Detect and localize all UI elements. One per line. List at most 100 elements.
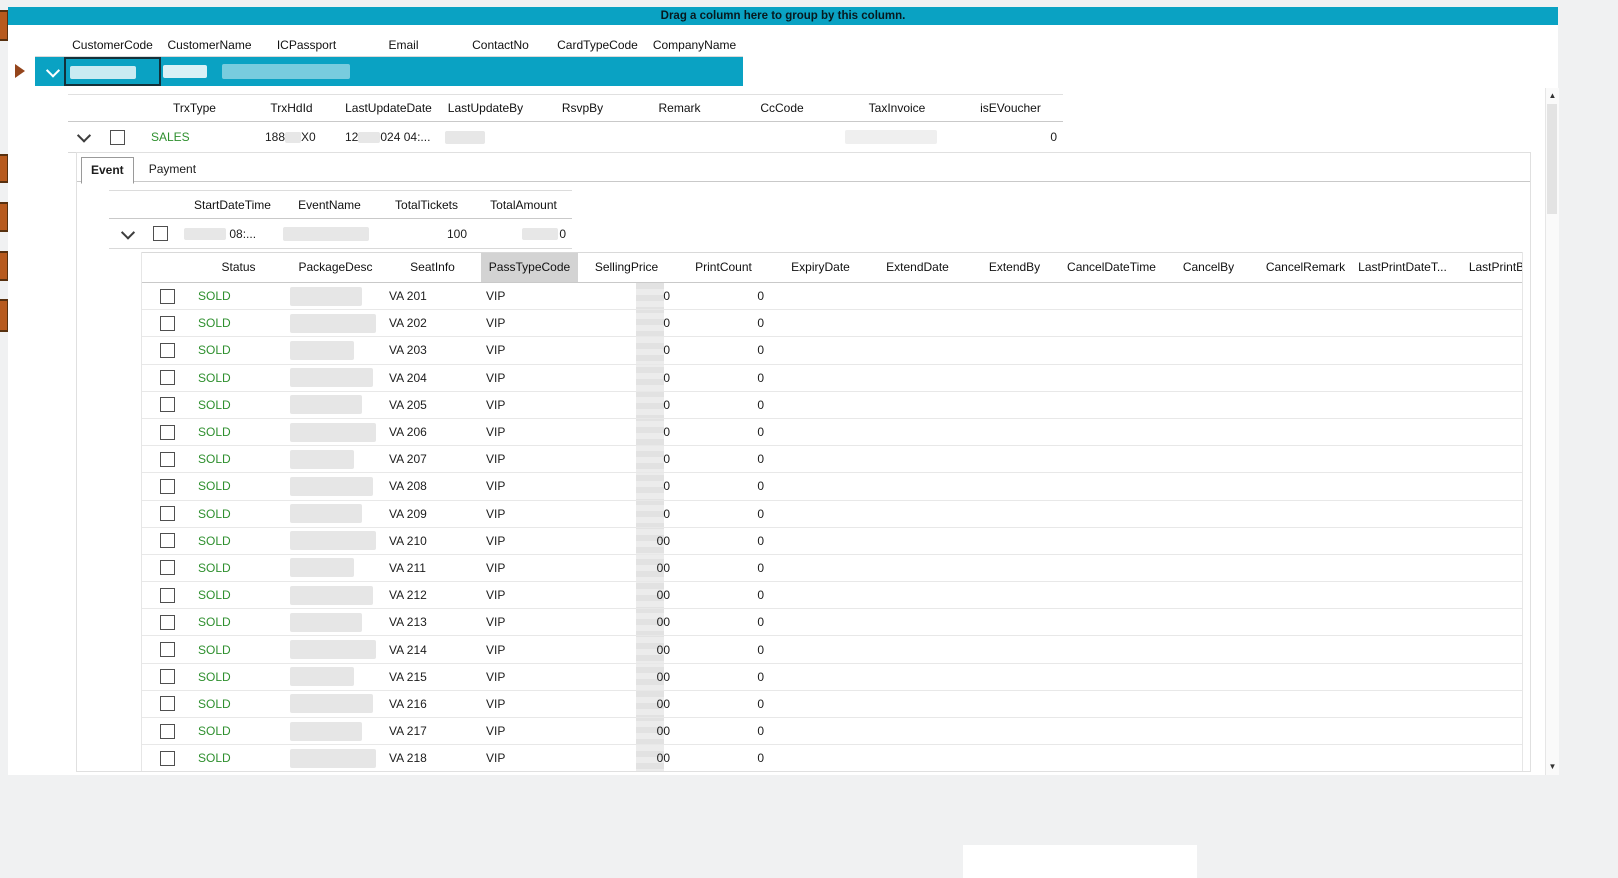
detail-tab[interactable]: Event	[81, 157, 134, 184]
ticket-column-header[interactable]: PassTypeCode	[481, 253, 578, 282]
row-checkbox[interactable]	[160, 615, 175, 630]
ticket-row[interactable]: SOLD VA 211 VIP 00 0	[142, 555, 1522, 582]
row-checkbox[interactable]	[160, 370, 175, 385]
row-checkbox[interactable]	[160, 669, 175, 684]
customer-column-header[interactable]: CardTypeCode	[549, 38, 646, 52]
status-cell: SOLD	[190, 697, 287, 711]
ticket-row[interactable]: SOLD VA 201 VIP 0 0	[142, 283, 1522, 310]
ticket-column-header[interactable]: PrintCount	[675, 253, 772, 282]
row-checkbox[interactable]	[160, 642, 175, 657]
ticket-row[interactable]: SOLD VA 212 VIP 00 0	[142, 582, 1522, 609]
scroll-down-icon[interactable]: ▼	[1546, 760, 1559, 774]
row-checkbox[interactable]	[160, 343, 175, 358]
ticket-row[interactable]: SOLD VA 205 VIP 0 0	[142, 392, 1522, 419]
ticket-column-header[interactable]: SeatInfo	[384, 253, 481, 282]
row-checkbox[interactable]	[160, 588, 175, 603]
ticket-row[interactable]: SOLD VA 209 VIP 0 0	[142, 501, 1522, 528]
detail-tab[interactable]: Payment	[140, 157, 205, 181]
transaction-column-header[interactable]: TrxType	[146, 101, 243, 115]
row-checkbox[interactable]	[110, 130, 125, 145]
ticket-row[interactable]: SOLD VA 203 VIP 0 0	[142, 337, 1522, 364]
row-checkbox[interactable]	[160, 533, 175, 548]
scrollbar-thumb[interactable]	[1547, 104, 1557, 214]
collapse-row-button[interactable]	[109, 229, 146, 239]
vertical-scrollbar[interactable]: ▲ ▼	[1545, 88, 1559, 775]
ticket-column-header[interactable]: CancelDateTime	[1063, 253, 1160, 282]
customer-row-selected[interactable]	[35, 57, 743, 86]
row-checkbox[interactable]	[160, 506, 175, 521]
customer-code-cell-focused[interactable]	[64, 57, 161, 86]
ticket-column-header[interactable]: ExtendDate	[869, 253, 966, 282]
row-checkbox[interactable]	[160, 316, 175, 331]
customer-column-header[interactable]: CompanyName	[646, 38, 743, 52]
pass-type-cell: VIP	[481, 507, 578, 521]
row-checkbox[interactable]	[160, 724, 175, 739]
ticket-row[interactable]: SOLD VA 217 VIP 00 0	[142, 718, 1522, 745]
event-column-header[interactable]: StartDateTime	[184, 198, 281, 212]
ticket-row[interactable]: SOLD VA 208 VIP 0 0	[142, 473, 1522, 500]
customer-column-header[interactable]: Email	[355, 38, 452, 52]
customer-column-header[interactable]: CustomerCode	[64, 38, 161, 52]
ticket-column-header[interactable]: SellingPrice	[578, 253, 675, 282]
ticket-column-header[interactable]: PackageDesc	[287, 253, 384, 282]
ticket-row[interactable]: SOLD VA 213 VIP 00 0	[142, 609, 1522, 636]
ticket-row[interactable]: SOLD VA 216 VIP 00 0	[142, 691, 1522, 718]
seat-info-cell: VA 218	[384, 751, 481, 765]
event-column-header[interactable]: EventName	[281, 198, 378, 212]
ticket-column-header[interactable]: CancelRemark	[1257, 253, 1354, 282]
transaction-column-header[interactable]: RsvpBy	[534, 101, 631, 115]
row-checkbox[interactable]	[160, 479, 175, 494]
redacted-package-desc	[290, 477, 373, 496]
seat-info-cell: VA 204	[384, 371, 481, 385]
customer-column-header[interactable]: ICPassport	[258, 38, 355, 52]
transaction-column-header[interactable]: TrxHdId	[243, 101, 340, 115]
group-by-panel[interactable]: Drag a column here to group by this colu…	[8, 7, 1558, 25]
row-checkbox[interactable]	[160, 751, 175, 766]
row-checkbox[interactable]	[160, 289, 175, 304]
transaction-column-header[interactable]: isEVoucher	[958, 101, 1063, 115]
ticket-column-header[interactable]: CancelBy	[1160, 253, 1257, 282]
ticket-column-header[interactable]: ExtendBy	[966, 253, 1063, 282]
status-cell: SOLD	[190, 670, 287, 684]
ticket-row[interactable]: SOLD VA 214 VIP 00 0	[142, 636, 1522, 663]
selling-price-cell: 00	[578, 751, 675, 765]
print-count-cell: 0	[675, 452, 772, 466]
event-column-header[interactable]: TotalAmount	[475, 198, 572, 212]
collapse-row-button[interactable]	[68, 132, 100, 142]
ticket-row[interactable]: SOLD VA 204 VIP 0 0	[142, 365, 1522, 392]
ticket-row[interactable]: SOLD VA 206 VIP 0 0	[142, 419, 1522, 446]
is-evoucher-cell: 0	[958, 130, 1063, 144]
row-checkbox[interactable]	[160, 560, 175, 575]
ticket-row[interactable]: SOLD VA 202 VIP 0 0	[142, 310, 1522, 337]
transaction-column-header[interactable]: CcCode	[728, 101, 836, 115]
pass-type-cell: VIP	[481, 588, 578, 602]
row-checkbox[interactable]	[160, 397, 175, 412]
ticket-row[interactable]: SOLD VA 207 VIP 0 0	[142, 446, 1522, 473]
event-column-header[interactable]: TotalTickets	[378, 198, 475, 212]
customer-column-header[interactable]: ContactNo	[452, 38, 549, 52]
row-checkbox[interactable]	[160, 696, 175, 711]
pass-type-cell: VIP	[481, 615, 578, 629]
transaction-row[interactable]: SALES 188X0 12024 04:... 0	[68, 122, 1063, 153]
customer-column-header[interactable]: CustomerName	[161, 38, 258, 52]
row-checkbox[interactable]	[160, 425, 175, 440]
scroll-up-icon[interactable]: ▲	[1546, 89, 1559, 103]
row-checkbox[interactable]	[153, 226, 168, 241]
transaction-column-header[interactable]: Remark	[631, 101, 728, 115]
collapse-row-button[interactable]	[48, 67, 58, 77]
ticket-column-header[interactable]: ExpiryDate	[772, 253, 869, 282]
ticket-column-header[interactable]: LastPrintDateT...	[1354, 253, 1451, 282]
package-desc-cell	[287, 395, 384, 414]
ticket-row[interactable]: SOLD VA 215 VIP 00 0	[142, 664, 1522, 691]
ticket-column-header[interactable]: LastPrintBy	[1451, 253, 1523, 282]
event-row[interactable]: 08:... 100 0	[109, 219, 572, 249]
ticket-row[interactable]: SOLD VA 218 VIP 00 0	[142, 745, 1522, 772]
row-checkbox[interactable]	[160, 452, 175, 467]
ticket-row[interactable]: SOLD VA 210 VIP 00 0	[142, 528, 1522, 555]
transaction-column-header[interactable]: LastUpdateBy	[437, 101, 534, 115]
transaction-column-header[interactable]: LastUpdateDate	[340, 101, 437, 115]
ticket-column-header[interactable]: Status	[190, 253, 287, 282]
transaction-column-header[interactable]: TaxInvoice	[836, 101, 958, 115]
redacted-tax-invoice	[845, 130, 937, 144]
print-count-cell: 0	[675, 343, 772, 357]
